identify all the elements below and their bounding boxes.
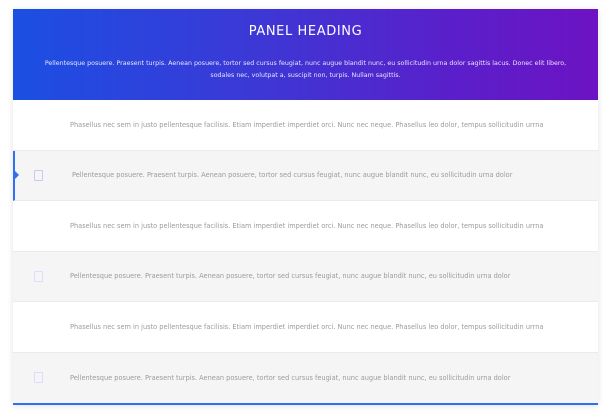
- list-item-text: Phasellus nec sem in justo pellentesque …: [70, 322, 544, 331]
- row-list: Phasellus nec sem in justo pellentesque …: [13, 100, 598, 403]
- active-indicator-icon: [15, 171, 19, 180]
- row-checkbox[interactable]: [34, 169, 43, 181]
- panel-header: PANEL HEADING Pellentesque posuere. Prae…: [13, 9, 598, 100]
- panel-subtitle: Pellentesque posuere. Praesent turpis. A…: [44, 60, 567, 79]
- row-checkbox[interactable]: [34, 372, 43, 384]
- list-item[interactable]: Phasellus nec sem in justo pellentesque …: [13, 302, 598, 353]
- list-item-text: Pellentesque posuere. Praesent turpis. A…: [72, 171, 513, 180]
- list-item-text: Pellentesque posuere. Praesent turpis. A…: [70, 373, 511, 382]
- row-checkbox[interactable]: [34, 270, 43, 282]
- list-item[interactable]: Pellentesque posuere. Praesent turpis. A…: [13, 352, 598, 403]
- list-item-text: Phasellus nec sem in justo pellentesque …: [70, 120, 544, 129]
- list-item[interactable]: Pellentesque posuere. Praesent turpis. A…: [13, 251, 598, 302]
- list-item-text: Pellentesque posuere. Praesent turpis. A…: [70, 272, 511, 281]
- panel-title: PANEL HEADING: [248, 24, 363, 39]
- list-item-active[interactable]: Pellentesque posuere. Praesent turpis. A…: [13, 150, 598, 201]
- panel: PANEL HEADING Pellentesque posuere. Prae…: [13, 9, 598, 405]
- list-item[interactable]: Phasellus nec sem in justo pellentesque …: [13, 201, 598, 252]
- list-item[interactable]: Phasellus nec sem in justo pellentesque …: [13, 100, 598, 151]
- list-item-text: Phasellus nec sem in justo pellentesque …: [70, 221, 544, 230]
